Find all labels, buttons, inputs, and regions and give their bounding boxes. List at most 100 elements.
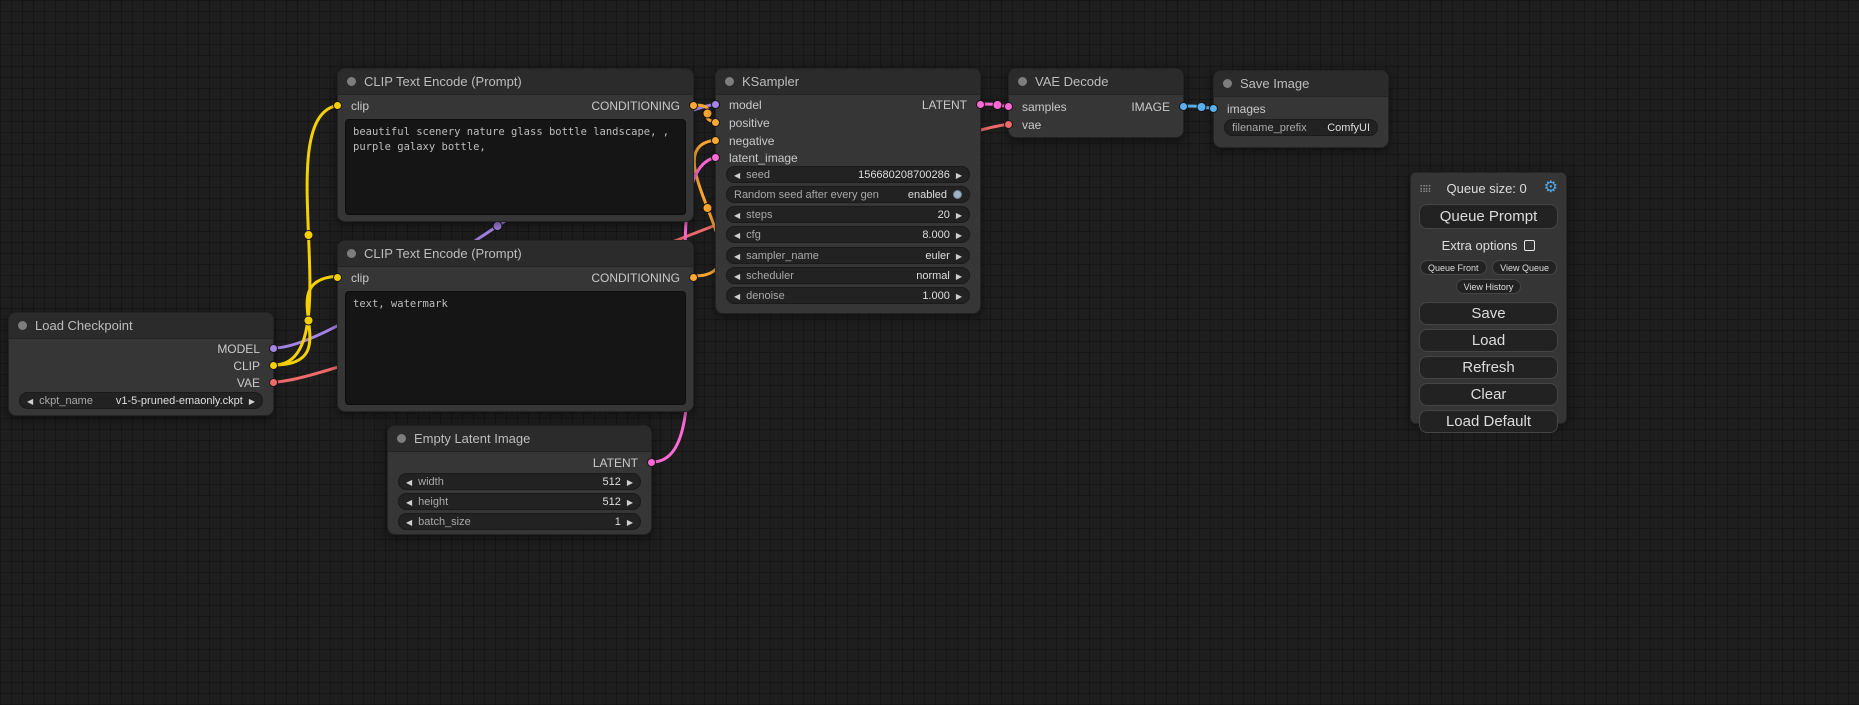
widget-seed[interactable]: seed 156680208700286 <box>726 166 970 183</box>
output-slot-clip[interactable]: CLIP <box>233 359 273 373</box>
port-dot-image[interactable] <box>1179 102 1188 111</box>
prompt-textarea[interactable]: text, watermark <box>345 291 686 405</box>
node-ksampler[interactable]: KSampler model positive negative latent_… <box>715 68 981 314</box>
port-dot-model[interactable] <box>711 100 720 109</box>
collapse-dot-icon[interactable] <box>397 434 406 443</box>
output-slot-model[interactable]: MODEL <box>217 342 273 356</box>
widget-sampler-name[interactable]: sampler_name euler <box>726 247 970 264</box>
widget-scheduler[interactable]: scheduler normal <box>726 267 970 284</box>
output-slot-latent[interactable]: LATENT <box>593 456 651 470</box>
node-title-bar[interactable]: CLIP Text Encode (Prompt) <box>338 241 693 267</box>
collapse-dot-icon[interactable] <box>347 249 356 258</box>
queue-front-button[interactable]: Queue Front <box>1420 260 1487 275</box>
node-title-bar[interactable]: Empty Latent Image <box>388 426 651 452</box>
collapse-dot-icon[interactable] <box>725 77 734 86</box>
port-dot-negative[interactable] <box>711 136 720 145</box>
input-slot-vae[interactable]: vae <box>1009 118 1041 132</box>
next-arrow-icon[interactable] <box>956 270 962 282</box>
widget-filename-prefix[interactable]: filename_prefix ComfyUI <box>1224 119 1378 136</box>
queue-prompt-button[interactable]: Queue Prompt <box>1419 204 1558 229</box>
widget-batch-size[interactable]: batch_size 1 <box>398 513 641 530</box>
widget-cfg[interactable]: cfg 8.000 <box>726 226 970 243</box>
load-button[interactable]: Load <box>1419 329 1558 352</box>
collapse-dot-icon[interactable] <box>1018 77 1027 86</box>
port-dot-latent-image[interactable] <box>711 153 720 162</box>
next-arrow-icon[interactable] <box>627 476 633 488</box>
port-dot-clip[interactable] <box>269 361 278 370</box>
port-dot-latent[interactable] <box>976 100 985 109</box>
prompt-textarea[interactable]: beautiful scenery nature glass bottle la… <box>345 119 686 215</box>
input-slot-positive[interactable]: positive <box>716 116 770 130</box>
node-clip-text-encode-negative[interactable]: CLIP Text Encode (Prompt) clip CONDITION… <box>337 240 694 412</box>
output-slot-conditioning[interactable]: CONDITIONING <box>591 99 693 113</box>
view-history-button[interactable]: View History <box>1456 279 1522 294</box>
node-graph-canvas[interactable]: Load Checkpoint MODEL CLIP VAE ckpt_name… <box>0 0 1859 705</box>
node-clip-text-encode-positive[interactable]: CLIP Text Encode (Prompt) clip CONDITION… <box>337 68 694 222</box>
widget-seed-control[interactable]: Random seed after every gen enabled <box>726 186 970 203</box>
widget-ckpt-name[interactable]: ckpt_name v1-5-pruned-emaonly.ckpt <box>19 392 263 409</box>
prev-arrow-icon[interactable] <box>27 395 33 407</box>
widget-width[interactable]: width 512 <box>398 473 641 490</box>
port-dot-images[interactable] <box>1209 104 1218 113</box>
next-arrow-icon[interactable] <box>956 169 962 181</box>
node-title-bar[interactable]: KSampler <box>716 69 980 95</box>
output-slot-latent[interactable]: LATENT <box>922 98 980 112</box>
collapse-dot-icon[interactable] <box>347 77 356 86</box>
next-arrow-icon[interactable] <box>956 209 962 221</box>
toggle-dot-icon[interactable] <box>953 190 962 199</box>
prev-arrow-icon[interactable] <box>734 270 740 282</box>
port-dot-conditioning[interactable] <box>689 101 698 110</box>
prev-arrow-icon[interactable] <box>734 169 740 181</box>
clear-button[interactable]: Clear <box>1419 383 1558 406</box>
input-slot-latent-image[interactable]: latent_image <box>716 151 798 165</box>
output-slot-conditioning[interactable]: CONDITIONING <box>591 271 693 285</box>
node-title-bar[interactable]: VAE Decode <box>1009 69 1183 95</box>
load-default-button[interactable]: Load Default <box>1419 410 1558 433</box>
next-arrow-icon[interactable] <box>249 395 255 407</box>
node-vae-decode[interactable]: VAE Decode samples vae IMAGE <box>1008 68 1184 138</box>
input-slot-negative[interactable]: negative <box>716 134 774 148</box>
prev-arrow-icon[interactable] <box>406 516 412 528</box>
output-slot-image[interactable]: IMAGE <box>1131 100 1183 114</box>
save-button[interactable]: Save <box>1419 302 1558 325</box>
next-arrow-icon[interactable] <box>956 250 962 262</box>
port-dot-vae[interactable] <box>1004 120 1013 129</box>
view-queue-button[interactable]: View Queue <box>1492 260 1557 275</box>
prev-arrow-icon[interactable] <box>406 496 412 508</box>
node-empty-latent-image[interactable]: Empty Latent Image LATENT width 512 heig… <box>387 425 652 535</box>
collapse-dot-icon[interactable] <box>18 321 27 330</box>
next-arrow-icon[interactable] <box>627 496 633 508</box>
input-slot-images[interactable]: images <box>1214 102 1266 116</box>
widget-steps[interactable]: steps 20 <box>726 206 970 223</box>
extra-options-checkbox[interactable] <box>1524 240 1535 251</box>
collapse-dot-icon[interactable] <box>1223 79 1232 88</box>
node-save-image[interactable]: Save Image images filename_prefix ComfyU… <box>1213 70 1389 148</box>
prev-arrow-icon[interactable] <box>406 476 412 488</box>
input-slot-model[interactable]: model <box>716 98 762 112</box>
output-slot-vae[interactable]: VAE <box>237 376 273 390</box>
refresh-button[interactable]: Refresh <box>1419 356 1558 379</box>
port-dot-clip[interactable] <box>333 273 342 282</box>
port-dot-vae[interactable] <box>269 378 278 387</box>
port-dot-conditioning[interactable] <box>689 273 698 282</box>
node-title-bar[interactable]: Load Checkpoint <box>9 313 273 339</box>
node-title-bar[interactable]: Save Image <box>1214 71 1388 97</box>
port-dot-positive[interactable] <box>711 118 720 127</box>
prev-arrow-icon[interactable] <box>734 250 740 262</box>
port-dot-model[interactable] <box>269 344 278 353</box>
drag-handle-icon[interactable] <box>1419 181 1430 196</box>
port-dot-latent[interactable] <box>647 458 656 467</box>
prev-arrow-icon[interactable] <box>734 290 740 302</box>
port-dot-samples[interactable] <box>1004 102 1013 111</box>
prev-arrow-icon[interactable] <box>734 209 740 221</box>
next-arrow-icon[interactable] <box>956 229 962 241</box>
widget-height[interactable]: height 512 <box>398 493 641 510</box>
node-title-bar[interactable]: CLIP Text Encode (Prompt) <box>338 69 693 95</box>
port-dot-clip[interactable] <box>333 101 342 110</box>
input-slot-clip[interactable]: clip <box>338 99 369 113</box>
next-arrow-icon[interactable] <box>956 290 962 302</box>
prev-arrow-icon[interactable] <box>734 229 740 241</box>
input-slot-clip[interactable]: clip <box>338 271 369 285</box>
next-arrow-icon[interactable] <box>627 516 633 528</box>
input-slot-samples[interactable]: samples <box>1009 100 1067 114</box>
